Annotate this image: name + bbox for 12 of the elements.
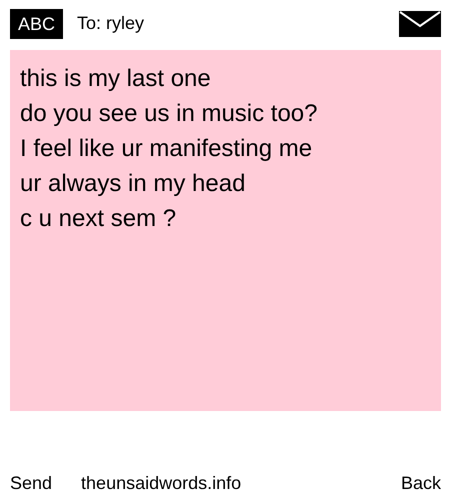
keyboard-mode-label[interactable]: ABC: [10, 8, 64, 38]
message-area[interactable]: this is my last one do you see us in music too? I feel like ur manifesting me ur always in my head c u next sem ?: [10, 50, 441, 411]
envelope-icon[interactable]: [399, 10, 441, 36]
message-line: I feel like ur manifesting me: [20, 134, 314, 164]
message-line: c u next sem ?: [20, 204, 178, 234]
message-line: ur always in my head: [20, 169, 246, 199]
send-button[interactable]: Send: [10, 473, 52, 494]
back-button[interactable]: Back: [400, 473, 441, 494]
message-line: do you see us in music too?: [20, 99, 319, 129]
site-link[interactable]: theunsaidwords.info: [81, 473, 401, 494]
recipient-label: To: ryley: [77, 13, 146, 34]
message-line: this is my last one: [20, 64, 212, 94]
